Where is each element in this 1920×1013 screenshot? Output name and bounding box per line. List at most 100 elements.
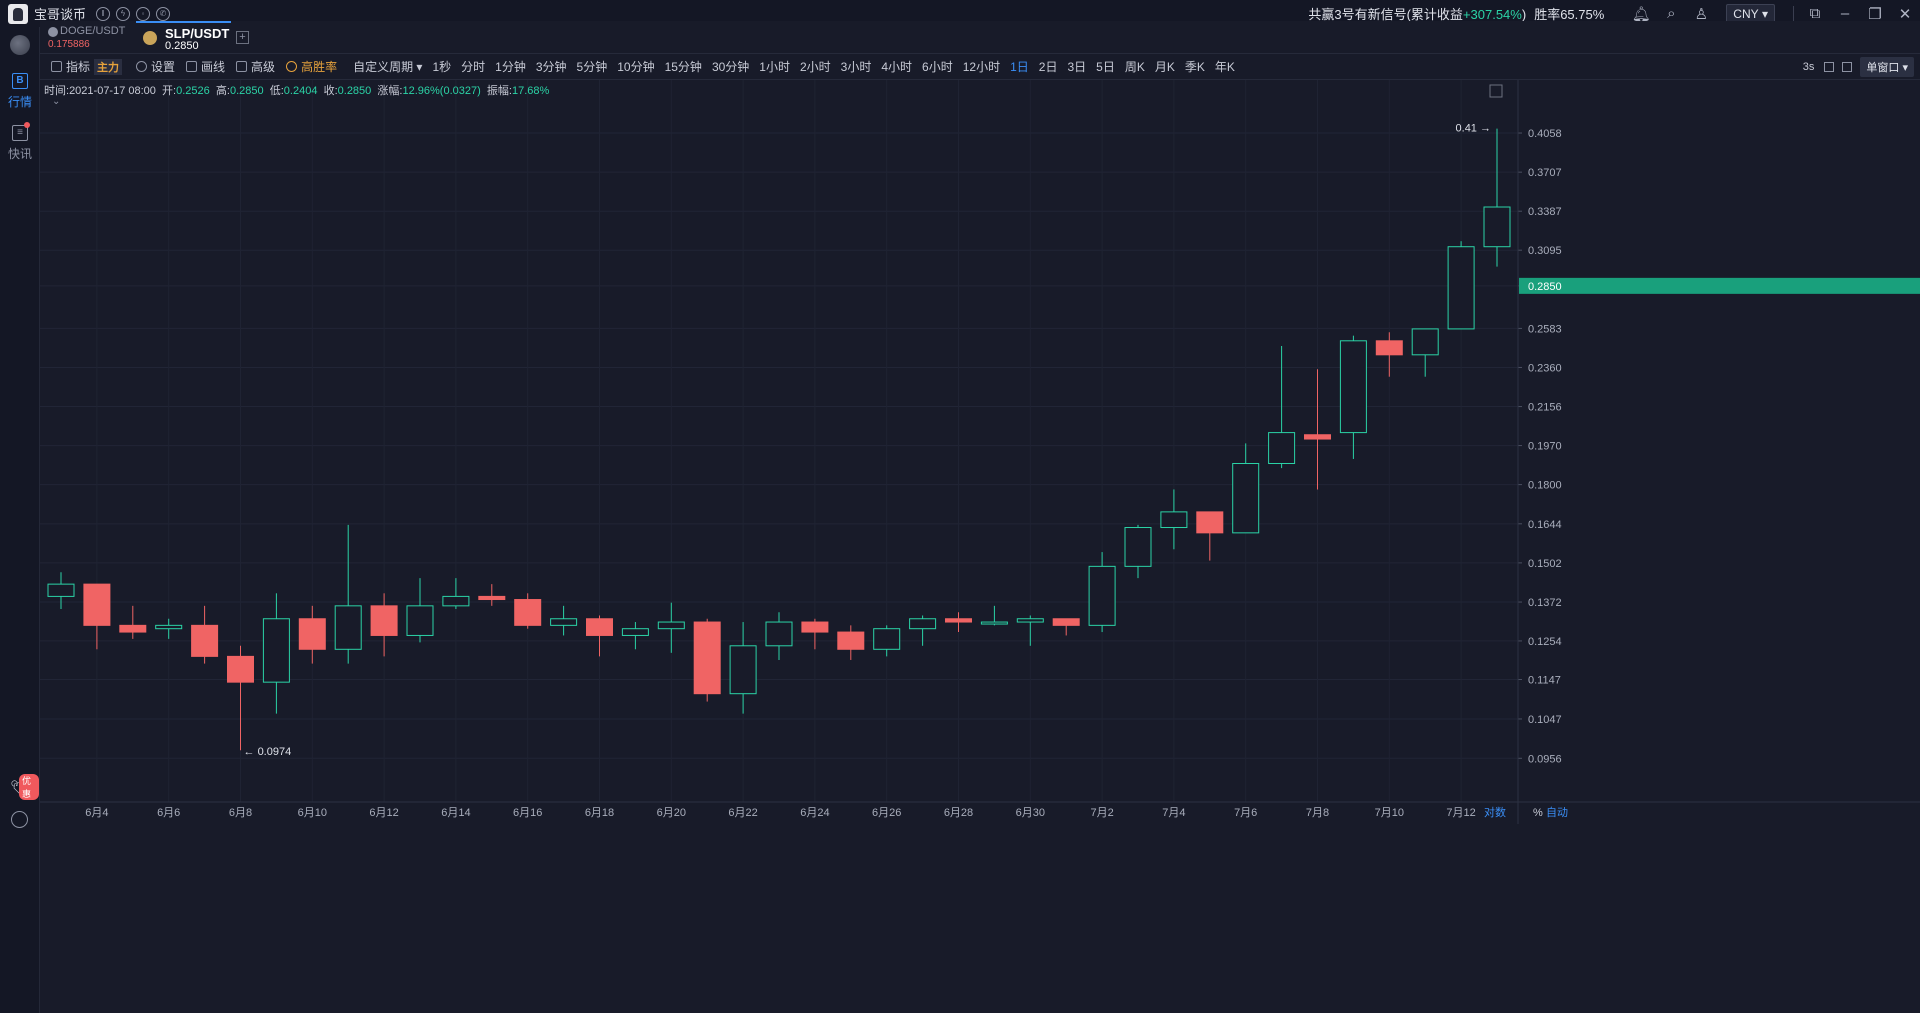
candle-body[interactable] [1232, 463, 1260, 534]
advanced-button[interactable]: 高级 [236, 58, 275, 75]
brand-icon[interactable] [10, 35, 30, 55]
settings-icon[interactable] [11, 811, 28, 828]
candle-body[interactable] [1160, 511, 1188, 529]
indicator-label: 指标 [66, 60, 91, 74]
candle-body[interactable] [514, 599, 542, 626]
candle-body[interactable] [729, 645, 757, 695]
candle-body[interactable] [227, 655, 254, 683]
candle-body[interactable] [478, 595, 506, 601]
candlestick-chart[interactable]: 0.4058 0.3707 0.3387 0.3095 0.2583 0.2360 0.21… [40, 80, 1920, 1013]
period-button[interactable]: 4小时 [881, 58, 912, 75]
auto-scale-toggle[interactable]: 自动 [1546, 806, 1568, 819]
candle-body[interactable] [765, 621, 793, 647]
candle-body[interactable] [945, 618, 972, 623]
popout-icon[interactable] [1842, 62, 1853, 72]
period-button[interactable]: 15分钟 [665, 58, 702, 75]
period-button[interactable]: 1小时 [759, 58, 790, 75]
candle-body[interactable] [586, 618, 613, 636]
y-tick-label: 0.3707 [1528, 167, 1562, 179]
candle-body[interactable] [83, 583, 111, 626]
candle-body[interactable] [406, 605, 434, 636]
candle-body[interactable] [1304, 434, 1331, 440]
period-button[interactable]: 1秒 [432, 58, 451, 75]
lightning-icon[interactable]: ϟ [116, 6, 131, 21]
chart-area[interactable]: 0.4058 0.3707 0.3387 0.3095 0.2583 0.2360 0.21… [40, 80, 1920, 1013]
log-scale-toggle[interactable]: 对数 [1484, 805, 1506, 819]
high-win-button[interactable]: 高胜率 [286, 58, 337, 75]
chevron-down-icon[interactable]: ⌄ [52, 96, 60, 107]
candle-body[interactable] [550, 618, 578, 626]
period-button[interactable]: 分时 [461, 58, 485, 75]
candle-body[interactable] [1339, 340, 1367, 434]
custom-period-label: 自定义周期 [353, 60, 414, 74]
candle-body[interactable] [657, 621, 685, 630]
candle-body[interactable] [801, 621, 829, 633]
candle-body[interactable] [1411, 328, 1439, 356]
candle-body[interactable] [1268, 432, 1296, 465]
period-button[interactable]: 2小时 [800, 58, 831, 75]
candle-body[interactable] [1088, 565, 1116, 626]
candle-body[interactable] [119, 624, 147, 633]
candle-body[interactable] [1375, 340, 1403, 356]
candle-body[interactable] [262, 618, 290, 683]
period-button[interactable]: 6小时 [922, 58, 953, 75]
candle-body[interactable] [873, 628, 901, 650]
period-button[interactable]: 3小时 [841, 58, 872, 75]
candle-body[interactable] [909, 618, 937, 630]
candle-body[interactable] [191, 624, 219, 657]
candle-body[interactable] [155, 624, 183, 630]
period-button[interactable]: 季K [1185, 58, 1205, 75]
candle-body[interactable] [47, 583, 75, 597]
percent-scale-toggle[interactable]: % [1533, 807, 1543, 819]
nav-news[interactable]: ≡ 快讯 [0, 122, 40, 162]
candle-body[interactable] [1447, 246, 1475, 330]
period-button[interactable]: 30分钟 [712, 58, 749, 75]
custom-period-dropdown[interactable]: 自定义周期 ▾ [353, 58, 422, 75]
candle-body[interactable] [442, 595, 470, 607]
candle-body[interactable] [370, 605, 398, 636]
period-button[interactable]: 10分钟 [617, 58, 654, 75]
phone-icon[interactable]: ✆ [156, 6, 171, 21]
settings-button[interactable]: 设置 [136, 58, 175, 75]
candle-body[interactable] [621, 628, 649, 636]
pause-icon[interactable]: ‖ [96, 6, 111, 21]
candle-body[interactable] [334, 605, 362, 650]
period-button[interactable]: 周K [1125, 58, 1145, 75]
period-button[interactable]: 2日 [1039, 58, 1058, 75]
ohlc-info: 时间:2021-07-17 08:00 开:0.2526 高:0.2850 低:… [44, 82, 549, 98]
min-price-label: ← 0.0974 [244, 746, 292, 758]
period-button[interactable]: 年K [1215, 58, 1235, 75]
window-mode-dropdown[interactable]: 单窗口 ▾ [1860, 57, 1914, 77]
candle-body[interactable] [298, 618, 326, 650]
tab-slp[interactable]: SLP/USDT 0.2850 [136, 21, 231, 54]
candle-body[interactable] [837, 631, 865, 650]
candle-body[interactable] [980, 621, 1008, 625]
period-button[interactable]: 3日 [1067, 58, 1086, 75]
y-tick-label: 0.3387 [1528, 206, 1562, 218]
nav-market[interactable]: B 行情 [0, 73, 40, 110]
period-button[interactable]: 12小时 [963, 58, 1000, 75]
candle-body[interactable] [1052, 618, 1080, 626]
candle-body[interactable] [1196, 511, 1224, 534]
draw-button[interactable]: 画线 [186, 58, 225, 75]
add-tab-button[interactable]: + [236, 31, 249, 44]
advanced-label: 高级 [251, 60, 276, 74]
refresh-interval[interactable]: 3s [1803, 61, 1815, 73]
period-button[interactable]: 5日 [1096, 58, 1115, 75]
period-button[interactable]: 1日 [1010, 58, 1029, 75]
app-logo [8, 3, 28, 24]
tab-doge[interactable]: DOGE/USDT 0.175886 [40, 21, 135, 54]
x-tick-label: 6月24 [800, 807, 829, 819]
period-button[interactable]: 1分钟 [495, 58, 526, 75]
period-button[interactable]: 5分钟 [577, 58, 608, 75]
candle-body[interactable] [693, 621, 721, 695]
fullscreen-icon[interactable] [1824, 62, 1835, 72]
candle-body[interactable] [1124, 527, 1152, 567]
period-button[interactable]: 月K [1155, 58, 1175, 75]
period-button[interactable]: 3分钟 [536, 58, 567, 75]
indicator-button[interactable]: 指标 主力 [51, 58, 123, 75]
candle-body[interactable] [1016, 618, 1044, 623]
compass-icon[interactable]: ◦ [136, 6, 151, 21]
y-tick-label: 0.3095 [1528, 245, 1562, 257]
candle-body[interactable] [1483, 206, 1511, 248]
